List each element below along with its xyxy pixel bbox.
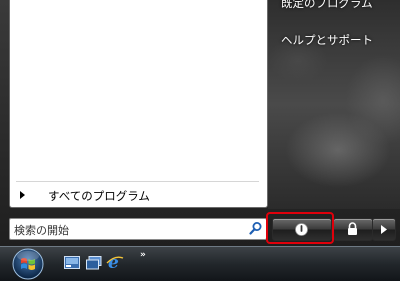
search-placeholder: 検索の開始: [14, 224, 69, 237]
default-programs-item[interactable]: 既定のプログラム: [281, 0, 373, 11]
power-button-highlight: [266, 212, 334, 244]
chevron-right-icon: [381, 225, 387, 234]
lock-button[interactable]: [333, 218, 373, 241]
shutdown-options-button[interactable]: [372, 218, 396, 241]
search-input[interactable]: 検索の開始: [9, 218, 267, 240]
all-programs-button[interactable]: すべてのプログラム: [10, 186, 266, 206]
switch-windows-icon[interactable]: [86, 256, 102, 270]
separator: [16, 181, 259, 182]
lock-icon: [348, 222, 357, 235]
chevron-right-icon: [20, 191, 25, 199]
start-orb-icon[interactable]: [10, 247, 46, 280]
start-menu-left-panel: すべてのプログラム: [9, 0, 268, 208]
taskbar: [0, 246, 400, 281]
internet-explorer-icon[interactable]: e: [106, 252, 124, 272]
show-desktop-icon[interactable]: [64, 256, 80, 270]
taskbar-overflow-chevron[interactable]: »: [140, 250, 146, 260]
help-and-support-item[interactable]: ヘルプとサポート: [281, 32, 373, 48]
all-programs-label: すべてのプログラム: [48, 189, 150, 203]
svg-text:e: e: [108, 253, 119, 272]
search-icon[interactable]: [248, 221, 263, 236]
